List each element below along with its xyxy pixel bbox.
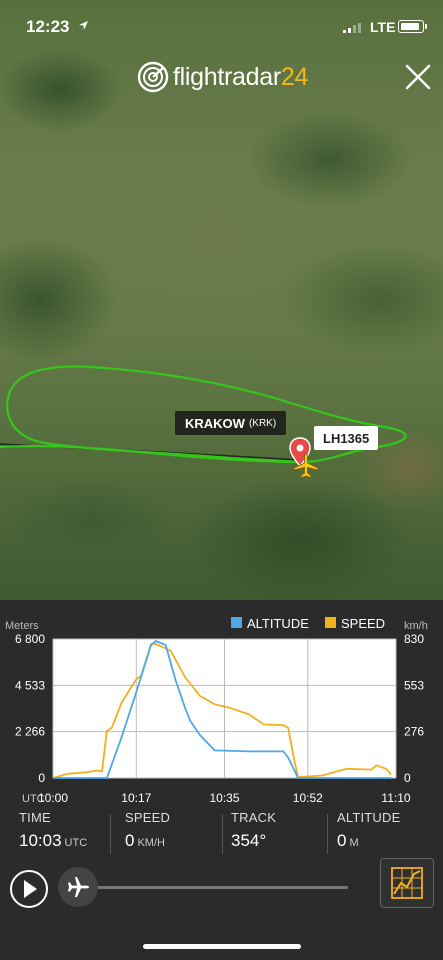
right-tick-label: 553: [404, 678, 424, 692]
stat-track: TRACK 354°: [231, 810, 276, 862]
flight-callout[interactable]: LH1365: [314, 426, 379, 450]
right-unit-label: km/h: [404, 620, 428, 632]
map-view[interactable]: 12:23 LTE flightradar24 KRAKOW (KRK) LH1…: [0, 0, 443, 600]
stat-altitude-unit: M: [349, 837, 359, 849]
chart-icon: [391, 867, 423, 899]
stat-time-label: TIME: [19, 810, 51, 825]
stat-altitude-value: 0: [337, 831, 347, 850]
stat-altitude: ALTITUDE 0M: [337, 810, 400, 862]
left-tick-label: 6 800: [15, 632, 45, 646]
chart-legend: ALTITUDE SPEED: [231, 616, 385, 631]
x-tick-label: 11:10: [381, 791, 410, 805]
left-unit-label: Meters: [5, 620, 39, 632]
stat-time-value: 10:03: [19, 831, 62, 850]
right-tick-label: 276: [404, 725, 424, 739]
stat-altitude-label: ALTITUDE: [337, 810, 401, 825]
flight-number: LH1365: [323, 430, 370, 446]
brand-name: flightradar: [173, 62, 281, 91]
clock: 12:23: [26, 17, 70, 36]
timeline-slider[interactable]: [80, 886, 348, 889]
battery-icon: [398, 20, 427, 33]
flight-stats: TIME 10:03 UTC SPEED 0 KM/H TRACK 354° ALT…: [0, 810, 443, 862]
left-axis-ticks: 6 800 4 533 2 266 0: [15, 632, 45, 785]
right-tick-label: 0: [404, 771, 411, 785]
airport-name: KRAKOW: [185, 415, 245, 431]
close-icon[interactable]: [403, 62, 433, 92]
playback-bar: [0, 858, 443, 918]
legend-speed-label: SPEED: [341, 616, 385, 631]
aircraft-icon: [68, 877, 89, 897]
flightradar24-logo: flightradar24: [137, 60, 308, 94]
brand-number: 24: [280, 62, 309, 91]
stat-time-unit: UTC: [64, 837, 88, 849]
stat-time: TIME 10:03 UTC: [19, 810, 87, 862]
left-tick-label: 4 533: [15, 678, 45, 692]
stat-speed-unit: KM/H: [137, 837, 165, 849]
airport-code: (KRK): [248, 417, 277, 429]
network-type: LTE: [370, 19, 396, 35]
legend-altitude-swatch: [231, 617, 242, 628]
flight-history-panel: Meters km/h ALTITUDE SPEED 6 800 4 533 2 2…: [0, 600, 443, 960]
stat-speed-value: 0: [125, 831, 135, 850]
chart-toggle-button[interactable]: [380, 858, 434, 908]
signal-icon: [343, 23, 361, 33]
timeline-thumb[interactable]: [58, 867, 98, 907]
x-tick-label: 10:00: [38, 791, 68, 805]
left-tick-label: 0: [38, 771, 45, 785]
aircraft-icon[interactable]: [292, 452, 320, 480]
home-indicator[interactable]: [143, 944, 301, 949]
stat-speed: SPEED 0 KM/H: [125, 810, 170, 862]
stat-track-value: 354°: [231, 831, 267, 850]
altitude-speed-chart: Meters km/h ALTITUDE SPEED 6 800 4 533 2 2…: [5, 616, 428, 805]
radar-logo-icon: [137, 61, 169, 93]
x-axis-ticks: UTC10:00 10:17 10:35 10:52 11:10: [22, 791, 411, 805]
airport-label[interactable]: KRAKOW (KRK): [175, 411, 287, 435]
location-arrow-icon: [79, 21, 88, 30]
play-button[interactable]: [10, 870, 48, 908]
legend-speed-swatch: [325, 617, 336, 628]
status-bar: 12:23 LTE: [0, 0, 443, 56]
stat-speed-label: SPEED: [125, 810, 171, 825]
left-tick-label: 2 266: [15, 725, 45, 739]
legend-altitude-label: ALTITUDE: [247, 616, 309, 631]
right-axis-ticks: 830 553 276 0: [404, 632, 424, 785]
x-tick-label: 10:52: [293, 791, 323, 805]
x-tick-label: 10:35: [209, 791, 239, 805]
x-tick-label: 10:17: [121, 791, 151, 805]
right-tick-label: 830: [404, 632, 424, 646]
stat-track-label: TRACK: [231, 810, 277, 825]
